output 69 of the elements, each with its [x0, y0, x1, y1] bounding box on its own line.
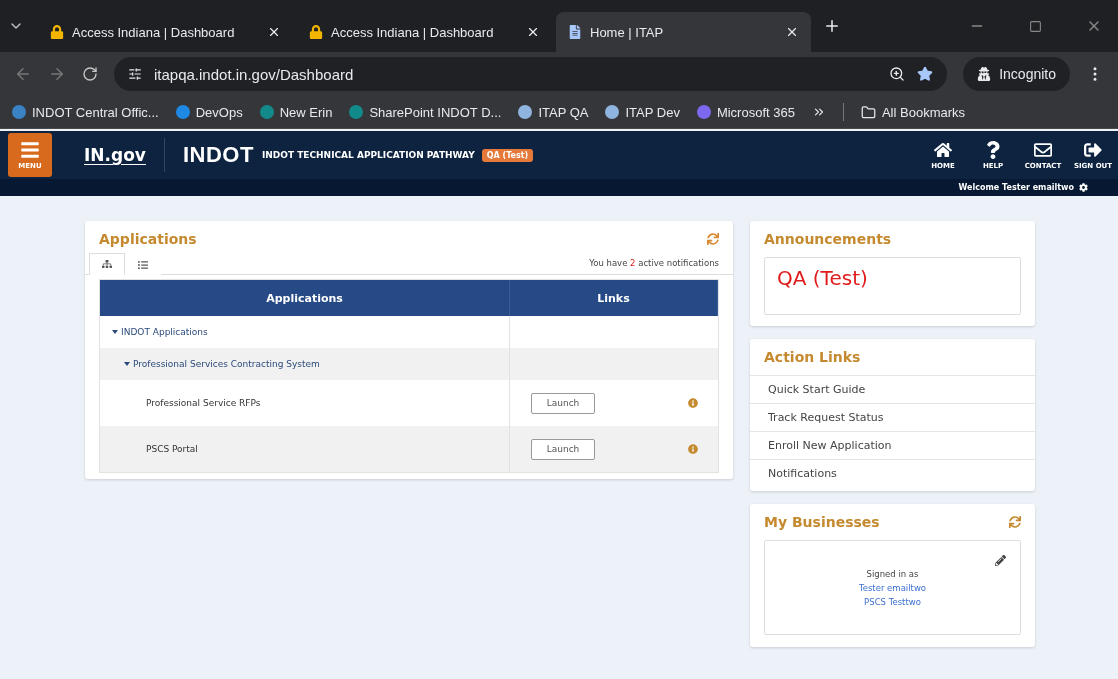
expanded-icon[interactable]: [124, 361, 130, 367]
card-title: Announcements: [764, 231, 892, 247]
settings-icon[interactable]: [1079, 183, 1088, 192]
incognito-icon: [977, 67, 992, 81]
action-link[interactable]: Notifications: [750, 459, 1035, 487]
address-bar[interactable]: itapqa.indot.in.gov/Dashboard: [114, 57, 948, 91]
app-title: INDOT TECHNICAL APPLICATION PATHWAY: [261, 150, 475, 160]
list-icon: [138, 259, 148, 270]
bookmark[interactable]: ITAP Dev: [605, 104, 680, 120]
close-icon[interactable]: [785, 25, 799, 39]
info-icon[interactable]: [688, 398, 698, 408]
maximize-icon[interactable]: [1029, 19, 1042, 33]
tree-node[interactable]: Professional Services Contracting System: [133, 359, 320, 369]
back-icon[interactable]: [14, 65, 32, 83]
environment-badge: QA (Test): [481, 148, 534, 162]
action-link[interactable]: Enroll New Application: [750, 431, 1035, 459]
announcement-text: QA (Test): [777, 266, 868, 290]
lock-icon: [309, 25, 323, 39]
bookmark[interactable]: Microsoft 365: [696, 104, 795, 120]
user-name: Tester emailtwo: [858, 583, 927, 593]
pencil-icon[interactable]: [995, 555, 1006, 566]
card-title: Applications: [99, 231, 197, 247]
signed-in-label: Signed in as: [866, 569, 919, 579]
bookmark[interactable]: INDOT Central Offic...: [12, 104, 159, 120]
application-name: Professional Service RFPs: [146, 398, 261, 408]
star-icon[interactable]: [917, 66, 934, 82]
business-name: PSCS Testtwo: [864, 597, 921, 607]
welcome-text: Welcome Tester emailtwo: [958, 183, 1074, 192]
document-icon: [568, 25, 582, 39]
notification-count: You have 2 active notifications: [589, 258, 720, 270]
zoom-icon[interactable]: [889, 66, 906, 82]
view-tab[interactable]: [89, 253, 125, 275]
bookmark[interactable]: SharePoint INDOT D...: [349, 104, 502, 120]
incognito-button[interactable]: Incognito: [963, 57, 1070, 91]
envelope-icon: [1034, 140, 1052, 159]
info-icon[interactable]: [688, 444, 698, 454]
all-bookmarks[interactable]: All Bookmarks: [860, 104, 966, 120]
refresh-icon[interactable]: [1009, 516, 1021, 528]
help-icon: [984, 140, 1002, 159]
reload-icon[interactable]: [82, 66, 98, 82]
tree-node[interactable]: INDOT Applications: [121, 327, 208, 337]
expanded-icon[interactable]: [112, 329, 118, 335]
folder-icon: [860, 104, 876, 120]
application-name: PSCS Portal: [146, 444, 198, 454]
sign-out-icon: [1084, 140, 1102, 159]
bookmark[interactable]: New Erin: [259, 104, 333, 120]
close-icon[interactable]: [526, 25, 540, 39]
launch-button[interactable]: Launch: [531, 438, 595, 460]
home-icon: [934, 140, 952, 159]
card-title: Action Links: [764, 349, 861, 365]
launch-button[interactable]: Launch: [531, 392, 595, 414]
action-link[interactable]: Quick Start Guide: [750, 375, 1035, 403]
site-settings-icon[interactable]: [128, 67, 142, 81]
agency-name: INDOT: [182, 142, 254, 168]
bookmark[interactable]: ITAP QA: [518, 104, 589, 120]
refresh-icon[interactable]: [707, 233, 719, 245]
card-title: My Businesses: [764, 514, 880, 530]
bookmark[interactable]: DevOps: [175, 104, 243, 120]
action-link[interactable]: Track Request Status: [750, 403, 1035, 431]
browser-tab[interactable]: Access Indiana | Dashboard: [38, 12, 293, 52]
lock-icon: [50, 25, 64, 39]
browser-tab[interactable]: Home | ITAP: [556, 12, 811, 52]
close-icon[interactable]: [267, 25, 281, 39]
site-logo[interactable]: IN.gov: [84, 145, 146, 165]
browser-tab[interactable]: Access Indiana | Dashboard: [297, 12, 552, 52]
new-tab-icon[interactable]: [823, 17, 841, 35]
tree-icon: [102, 259, 112, 269]
menu-icon: [20, 140, 40, 160]
forward-icon[interactable]: [48, 65, 66, 83]
